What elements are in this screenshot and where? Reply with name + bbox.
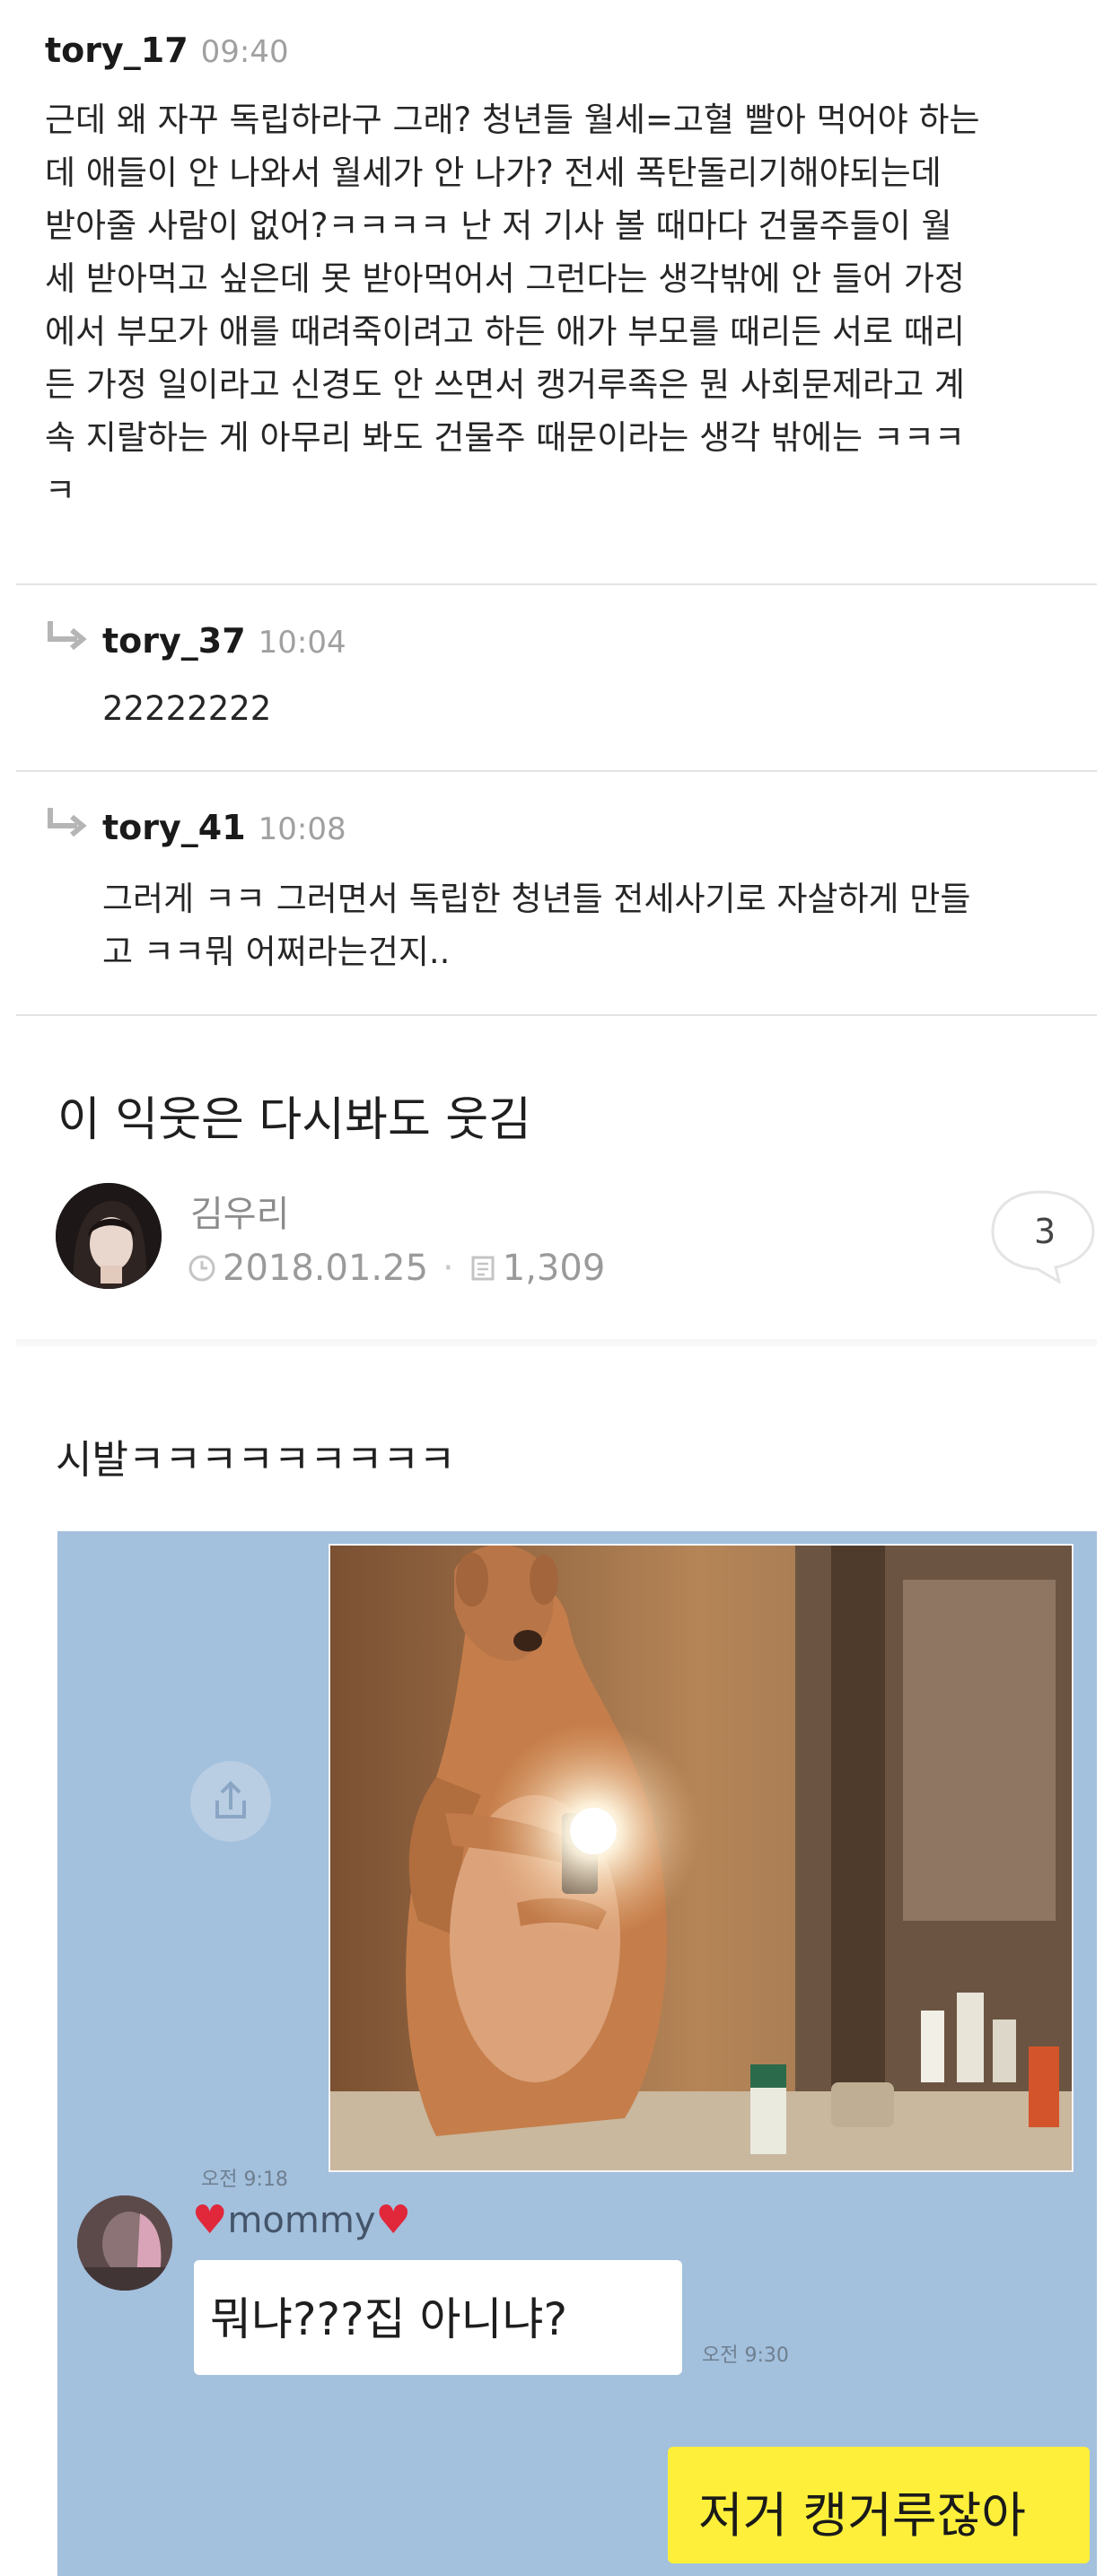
author-avatar[interactable] xyxy=(56,1183,162,1289)
reply-arrow-icon xyxy=(48,621,87,651)
heart-icon: ♥ xyxy=(375,2197,411,2243)
comment-time: 09:40 xyxy=(200,34,289,70)
avatar-photo xyxy=(56,1183,162,1289)
sender-avatar[interactable] xyxy=(77,2195,172,2291)
sender-avatar-photo xyxy=(77,2195,172,2291)
comment-body: 22222222 xyxy=(102,689,272,728)
share-icon xyxy=(215,1781,246,1818)
received-message-bubble[interactable]: 뭐냐???집 아니냐? xyxy=(194,2260,682,2375)
divider xyxy=(16,583,1097,585)
divider xyxy=(16,1014,1097,1016)
comment-body: 그러게 ㅋㅋ 그러면서 독립한 청년들 전세사기로 자살하게 만들 고 ㅋㅋ뭐 … xyxy=(102,880,971,971)
photo-timestamp: 오전 9:18 xyxy=(201,2169,288,2191)
views-icon xyxy=(471,1256,495,1281)
share-button[interactable] xyxy=(190,1761,271,1842)
comment-time: 10:04 xyxy=(258,625,346,661)
post-meta: 2018.01.25 · 1,309 xyxy=(187,1248,605,1289)
post-divider xyxy=(16,1339,1097,1346)
kangaroo-photo-image xyxy=(329,1544,1074,2172)
post-title: 이 익웃은 다시봐도 웃김 xyxy=(57,1093,531,1147)
sent-message-bubble[interactable]: 저거 캥거루잖아 xyxy=(668,2447,1090,2563)
divider xyxy=(16,770,1097,772)
meta-separator: · xyxy=(443,1248,454,1289)
chat-screenshot: 오전 9:18 ♥ mommy ♥ 뭐냐???집 아니냐? 오전 9:30 저거… xyxy=(57,1531,1097,2576)
comment-username[interactable]: tory_17 xyxy=(45,31,188,70)
comment-username[interactable]: tory_41 xyxy=(102,808,246,847)
clock-icon xyxy=(188,1255,215,1282)
heart-icon: ♥ xyxy=(192,2197,228,2243)
comment-username[interactable]: tory_37 xyxy=(102,621,246,661)
reply-arrow-icon xyxy=(48,808,87,837)
comment-count[interactable]: 3 xyxy=(1034,1212,1056,1251)
message-timestamp: 오전 9:30 xyxy=(702,2344,789,2367)
kangaroo-mirror-photo[interactable] xyxy=(329,1544,1074,2172)
sender-name-text: mommy xyxy=(227,2199,376,2241)
comment-time: 10:08 xyxy=(258,811,346,847)
post-views: 1,309 xyxy=(502,1248,606,1289)
sender-name[interactable]: ♥ mommy ♥ xyxy=(192,2197,411,2243)
post-date: 2018.01.25 xyxy=(223,1248,429,1289)
post-body-text: 시발ㅋㅋㅋㅋㅋㅋㅋㅋㅋ xyxy=(56,1437,456,1483)
post-author[interactable]: 김우리 xyxy=(190,1185,289,1237)
comment-body: 근데 왜 자꾸 독립하라구 그래? 청년들 월세=고혈 빨아 먹어야 하는 데 … xyxy=(45,101,980,510)
